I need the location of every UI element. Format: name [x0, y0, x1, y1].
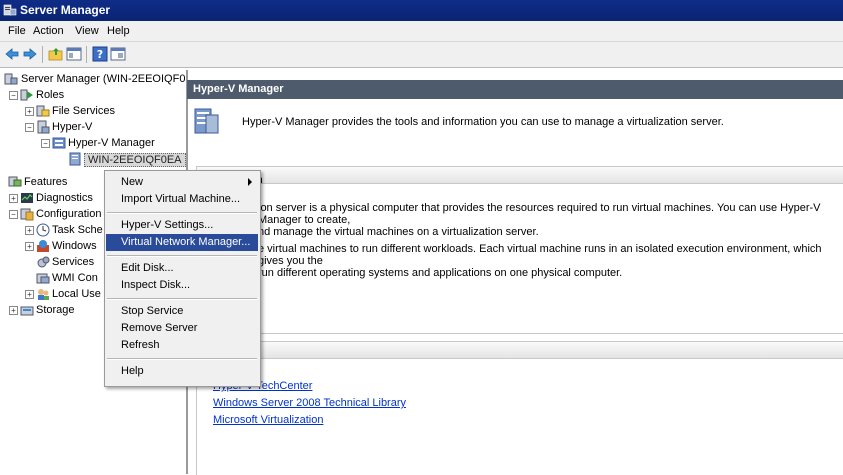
overview-paragraph-1-line-2: nd manage the virtual machines on a virt…	[258, 226, 539, 238]
windows-firewall-icon	[37, 240, 49, 252]
menu-item-label: Refresh	[121, 339, 160, 351]
toolbar-separator	[86, 46, 87, 63]
server-manager-icon	[3, 4, 17, 16]
menu-item-label: Import Virtual Machine...	[121, 193, 241, 205]
expand-local-users-toggle[interactable]: +	[25, 290, 34, 299]
local-users-icon	[38, 289, 49, 300]
tree-item-features[interactable]: Features	[24, 176, 67, 188]
resources-section-header	[197, 342, 843, 359]
tree-item-configuration[interactable]: Configuration	[36, 208, 101, 220]
menu-item-new-label: New	[121, 176, 144, 188]
link-windows-server-library[interactable]: Windows Server 2008 Technical Library	[213, 397, 406, 409]
overview-paragraph-2: e virtual machines to run different work…	[258, 243, 843, 279]
menu-action[interactable]: Action	[33, 25, 64, 37]
configuration-icon	[20, 208, 34, 221]
overview-paragraph-1: ion server is a physical computer that p…	[258, 202, 843, 238]
menu-help[interactable]: Help	[107, 25, 130, 37]
menu-item-help[interactable]: Help	[106, 363, 258, 380]
menu-separator	[107, 358, 257, 360]
menu-item-label: Edit Disk...	[121, 262, 174, 274]
menu-item-hyperv-settings[interactable]: Hyper-V Settings...	[106, 217, 258, 234]
tree-item-local-users[interactable]: Local Use	[52, 288, 101, 300]
expand-windows-firewall-toggle[interactable]: +	[25, 242, 34, 251]
hyperv-manager-icon	[52, 137, 66, 149]
tree-item-roles[interactable]: Roles	[36, 89, 64, 101]
menu-item-edit-disk[interactable]: Edit Disk...	[106, 260, 258, 277]
roles-icon	[20, 89, 33, 101]
overview-paragraph-2-line-1: e virtual machines to run different work…	[258, 243, 822, 267]
tree-item-diagnostics[interactable]: Diagnostics	[36, 192, 93, 204]
file-services-icon	[36, 105, 50, 117]
tree-item-wmi-control[interactable]: WMI Con	[52, 272, 98, 284]
overview-paragraph-1-line-1: ion server is a physical computer that p…	[258, 202, 821, 226]
storage-icon	[20, 306, 34, 316]
tree-item-services[interactable]: Services	[52, 256, 94, 268]
expand-diagnostics-toggle[interactable]: +	[9, 194, 18, 203]
expand-storage-toggle[interactable]: +	[9, 306, 18, 315]
menu-item-new[interactable]: New	[106, 174, 258, 191]
tree-item-windows-firewall[interactable]: Windows	[52, 240, 97, 252]
menu-item-inspect-disk[interactable]: Inspect Disk...	[106, 277, 258, 294]
menu-item-label: Remove Server	[121, 322, 198, 334]
menu-item-label: Hyper-V Settings...	[121, 219, 214, 231]
forward-arrow-icon[interactable]	[22, 46, 38, 62]
tree-item-hyperv-manager[interactable]: Hyper-V Manager	[68, 137, 155, 149]
collapse-roles-toggle[interactable]: −	[9, 91, 18, 100]
properties-icon[interactable]	[110, 46, 126, 62]
menu-separator	[107, 298, 257, 300]
overview-section-header	[197, 167, 843, 184]
menu-file[interactable]: File	[8, 25, 26, 37]
menu-item-label: Help	[121, 365, 144, 377]
hyperv-manager-large-icon	[194, 108, 219, 134]
content-header: Hyper-V Manager	[187, 80, 843, 99]
menu-item-label: Inspect Disk...	[121, 279, 191, 291]
tree-item-server-node[interactable]: WIN-2EEOIQF0EA	[84, 153, 186, 167]
features-icon	[8, 176, 22, 187]
svg-text:?: ?	[97, 48, 103, 61]
expand-file-services-toggle[interactable]: +	[25, 107, 34, 116]
tree-item-file-services[interactable]: File Services	[52, 105, 115, 117]
help-icon[interactable]: ?	[92, 46, 108, 62]
tree-root-server-manager[interactable]: Server Manager (WIN-2EEOIQF0EA	[21, 73, 186, 85]
menu-separator	[107, 212, 257, 214]
tree-item-storage[interactable]: Storage	[36, 304, 75, 316]
collapse-hyperv-manager-toggle[interactable]: −	[41, 139, 50, 148]
link-microsoft-virtualization[interactable]: Microsoft Virtualization	[213, 414, 323, 426]
toolbar: ?	[0, 42, 843, 68]
menu-separator	[107, 255, 257, 257]
overview-paragraph-2-line-2: run different operating systems and appl…	[258, 267, 623, 279]
window-title: Server Manager	[20, 3, 111, 17]
task-scheduler-icon	[36, 223, 50, 237]
tree-item-task-scheduler[interactable]: Task Sche	[52, 224, 103, 236]
up-folder-icon[interactable]	[48, 46, 64, 62]
collapse-hyperv-toggle[interactable]: −	[25, 123, 34, 132]
menu-view[interactable]: View	[75, 25, 99, 37]
server-manager-icon	[4, 73, 18, 85]
menu-item-virtual-network-manager[interactable]: Virtual Network Manager...	[106, 234, 258, 251]
expand-task-scheduler-toggle[interactable]: +	[25, 226, 34, 235]
content-description: Hyper-V Manager provides the tools and i…	[242, 116, 724, 128]
show-hide-tree-icon[interactable]	[66, 46, 82, 62]
collapse-configuration-toggle[interactable]: −	[9, 210, 18, 219]
menu-item-import-virtual-machine[interactable]: Import Virtual Machine...	[106, 191, 258, 208]
menu-item-stop-service[interactable]: Stop Service	[106, 303, 258, 320]
virtualization-server-icon	[69, 152, 81, 166]
hyperv-icon	[37, 120, 50, 134]
menu-bar: File Action View Help	[0, 21, 843, 42]
submenu-arrow-icon	[248, 178, 252, 186]
menu-item-refresh[interactable]: Refresh	[106, 337, 258, 354]
tree-item-hyperv[interactable]: Hyper-V	[52, 121, 92, 133]
content-header-title: Hyper-V Manager	[193, 83, 284, 95]
menu-item-remove-server[interactable]: Remove Server	[106, 320, 258, 337]
services-icon	[37, 256, 50, 268]
context-menu: New Import Virtual Machine... Hyper-V Se…	[104, 170, 261, 387]
title-bar: Server Manager	[0, 0, 843, 21]
back-arrow-icon[interactable]	[4, 46, 20, 62]
toolbar-separator	[42, 46, 43, 63]
wmi-control-icon	[36, 273, 50, 284]
menu-item-label: Stop Service	[121, 305, 184, 317]
diagnostics-icon	[21, 193, 33, 203]
menu-item-label: Virtual Network Manager...	[121, 236, 251, 248]
